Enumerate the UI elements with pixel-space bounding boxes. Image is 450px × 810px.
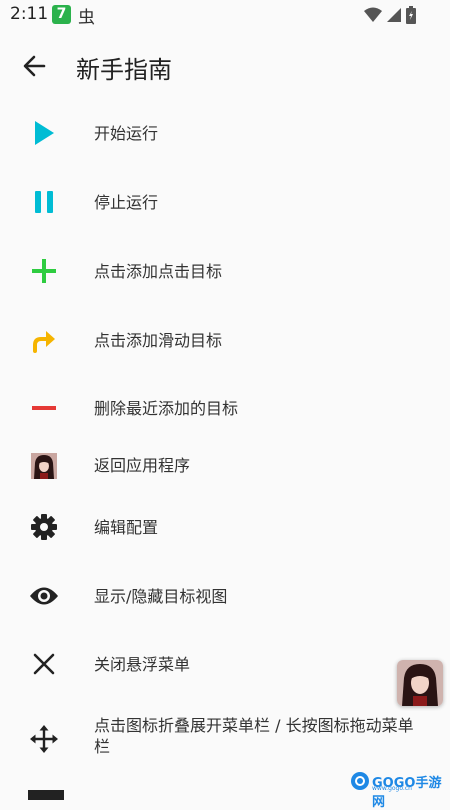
menu-item-close-floating-menu[interactable]: 关闭悬浮菜单 [0, 634, 450, 694]
plus-icon [28, 255, 60, 287]
floating-app-button[interactable] [397, 660, 443, 706]
wifi-icon [364, 7, 382, 22]
gear-icon [28, 511, 60, 543]
app-avatar-icon [397, 660, 443, 706]
site-logo-icon [351, 772, 369, 790]
eye-icon [28, 580, 60, 612]
site-watermark: GOGO手游网 www.gogo.cn [350, 770, 448, 810]
menu-item-label: 停止运行 [94, 193, 159, 212]
signal-icon [387, 8, 401, 22]
menu-item-start[interactable]: 开始运行 [0, 103, 450, 163]
swipe-arrow-icon [28, 324, 60, 356]
back-button[interactable] [18, 50, 52, 82]
menu-item-label: 返回应用程序 [94, 456, 191, 475]
arrow-left-icon [23, 55, 46, 77]
menu-item-label: 点击添加点击目标 [94, 262, 223, 281]
menu-item-stop[interactable]: 停止运行 [0, 172, 450, 232]
status-icons [364, 6, 416, 24]
page-title: 新手指南 [76, 56, 172, 84]
play-icon [28, 117, 60, 149]
app-avatar-icon [28, 450, 60, 482]
menu-item-label: 开始运行 [94, 124, 159, 143]
status-bar: 2:11 7 虫 [0, 0, 450, 30]
bug-notification-icon: 虫 [78, 8, 95, 28]
partial-menu-icon [28, 790, 64, 800]
pause-icon [28, 186, 60, 218]
app-bar: 新手指南 [0, 30, 450, 102]
watermark-url: www.gogo.cn [372, 785, 412, 792]
menu-item-label: 点击添加滑动目标 [94, 331, 223, 350]
minus-icon [28, 392, 60, 424]
menu-item-label: 删除最近添加的目标 [94, 399, 239, 418]
menu-item-label: 点击图标折叠展开菜单栏 / 长按图标拖动菜单栏 [94, 716, 414, 756]
menu-item-label: 显示/隐藏目标视图 [94, 587, 228, 606]
menu-item-remove-last-target[interactable]: 删除最近添加的目标 [0, 378, 450, 438]
menu-item-add-swipe-target[interactable]: 点击添加滑动目标 [0, 310, 450, 370]
menu-item-edit-config[interactable]: 编辑配置 [0, 497, 450, 557]
close-icon [28, 648, 60, 680]
menu-item-return-to-app[interactable]: 返回应用程序 [0, 436, 450, 496]
menu-item-add-click-target[interactable]: 点击添加点击目标 [0, 241, 450, 301]
menu-item-label: 编辑配置 [94, 518, 159, 537]
menu-item-toggle-target-view[interactable]: 显示/隐藏目标视图 [0, 566, 450, 626]
menu-item-toggle-drag-menu[interactable]: 点击图标折叠展开菜单栏 / 长按图标拖动菜单栏 [0, 705, 450, 773]
move-icon [28, 723, 60, 755]
status-time: 2:11 [10, 4, 49, 24]
app-notification-icon: 7 [52, 5, 71, 24]
menu-item-label: 关闭悬浮菜单 [94, 655, 191, 674]
battery-icon [406, 6, 416, 24]
